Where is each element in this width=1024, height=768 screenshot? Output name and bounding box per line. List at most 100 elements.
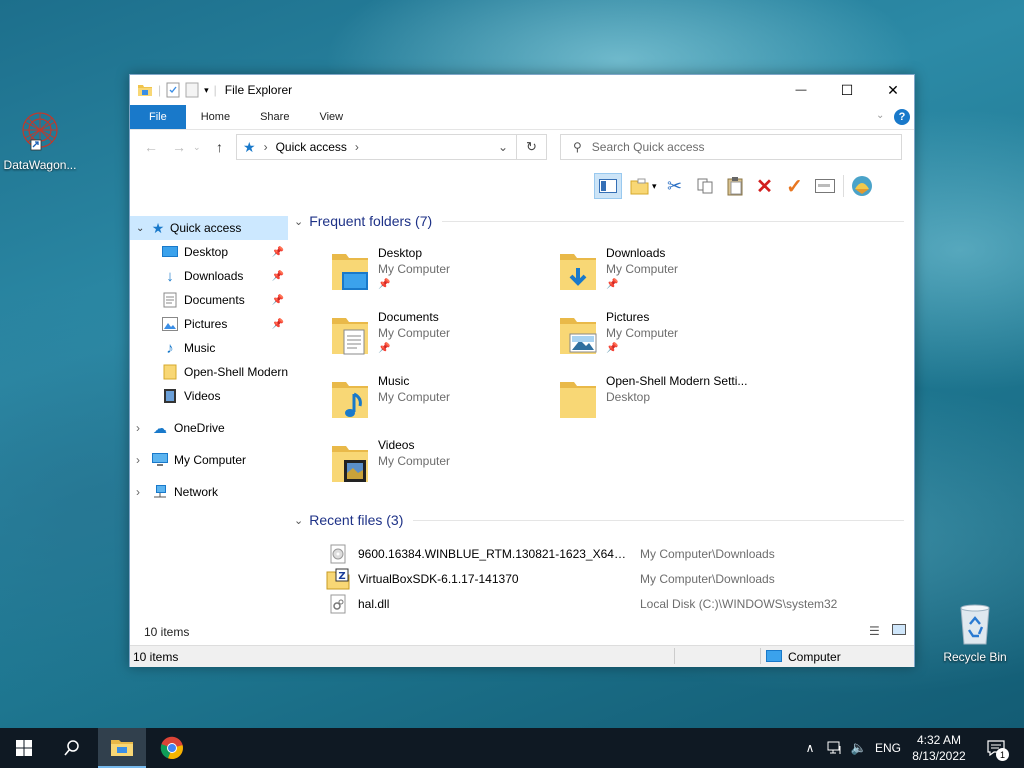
- nav-item-my-computer[interactable]: › My Computer: [130, 448, 288, 472]
- rename-button[interactable]: [813, 174, 837, 198]
- tab-home[interactable]: Home: [186, 105, 245, 129]
- desktop-folder-icon: [332, 254, 368, 290]
- file-location: Local Disk (C:)\WINDOWS\system32: [640, 597, 838, 611]
- desktop-icon-datawagon[interactable]: DataWagon...: [0, 108, 80, 172]
- recent-file-row[interactable]: hal.dll Local Disk (C:)\WINDOWS\system32: [326, 593, 906, 615]
- show-hidden-icons-chevron-icon[interactable]: ∧: [800, 728, 820, 768]
- section-title: Recent files (3): [309, 512, 404, 528]
- open-shell-button[interactable]: [850, 174, 874, 198]
- content-pane: ⌄ Frequent folders (7) Desktop My Comput…: [290, 206, 914, 626]
- details-view-icon[interactable]: ☰: [869, 624, 880, 638]
- file-location: My Computer\Downloads: [640, 572, 775, 586]
- folder-tile-videos[interactable]: Videos My Computer: [330, 438, 550, 498]
- folder-tile-open-shell[interactable]: Open-Shell Modern Setti... Desktop: [558, 374, 778, 434]
- properties-button[interactable]: ✓: [783, 174, 807, 198]
- recent-file-row[interactable]: Z VirtualBoxSDK-6.1.17-141370 My Compute…: [326, 568, 906, 590]
- copy-button[interactable]: [693, 174, 717, 198]
- action-center-button[interactable]: 1: [978, 728, 1014, 768]
- recent-files-header[interactable]: ⌄ Recent files (3): [294, 507, 910, 533]
- nav-item-quick-access[interactable]: ⌄ ★ Quick access: [130, 216, 288, 240]
- tab-share[interactable]: Share: [245, 105, 304, 129]
- explorer-toolbar: ▾ ✂ ✕ ✓: [594, 171, 874, 201]
- layout-pane-icon: [599, 179, 617, 193]
- clock[interactable]: 4:32 AM 8/13/2022: [906, 728, 972, 768]
- separator: |: [213, 83, 217, 97]
- nav-item-downloads[interactable]: ↓ Downloads 📌: [130, 264, 288, 288]
- section-divider: [442, 220, 904, 222]
- volume-icon[interactable]: 🔈: [848, 728, 870, 768]
- nav-item-videos[interactable]: Videos: [130, 384, 288, 408]
- desktop-icon-recycle-bin[interactable]: Recycle Bin: [935, 600, 1015, 664]
- desktop-icon-label: Recycle Bin: [943, 650, 1007, 664]
- folder-tile-desktop[interactable]: Desktop My Computer 📌: [330, 246, 550, 306]
- pictures-folder-icon: [560, 318, 597, 354]
- recent-file-row[interactable]: 9600.16384.WINBLUE_RTM.130821-1623_X64FR…: [326, 543, 906, 565]
- forward-icon[interactable]: →: [172, 139, 186, 155]
- recent-locations-icon[interactable]: ⌄: [193, 142, 201, 153]
- properties-icon[interactable]: [166, 82, 180, 98]
- up-icon[interactable]: ↑: [216, 139, 223, 155]
- tile-name: Pictures: [606, 310, 650, 324]
- nav-item-onedrive[interactable]: › ☁ OneDrive: [130, 416, 288, 440]
- tile-location: My Computer: [606, 262, 679, 276]
- close-button[interactable]: ✕: [870, 75, 916, 105]
- search-box[interactable]: ⚲ Search Quick access: [560, 134, 902, 160]
- folder-tile-pictures[interactable]: Pictures My Computer 📌: [558, 310, 778, 370]
- folder-tile-downloads[interactable]: Downloads My Computer 📌: [558, 246, 778, 306]
- breadcrumb-location[interactable]: Quick access: [276, 140, 347, 154]
- nav-item-pictures[interactable]: Pictures 📌: [130, 312, 288, 336]
- new-folder-button[interactable]: [628, 174, 652, 198]
- taskbar-chrome[interactable]: [148, 728, 196, 768]
- maximize-button[interactable]: ☐: [824, 75, 870, 105]
- documents-folder-icon: [332, 318, 368, 355]
- search-input[interactable]: Search Quick access: [592, 140, 705, 154]
- qat-dropdown-icon[interactable]: ▾: [204, 85, 209, 96]
- tab-view[interactable]: View: [304, 105, 358, 129]
- new-folder-icon[interactable]: [185, 82, 199, 98]
- frequent-folders-header[interactable]: ⌄ Frequent folders (7): [294, 208, 910, 234]
- status-bar: 10 items Computer: [130, 645, 914, 667]
- search-button[interactable]: [48, 728, 96, 768]
- expand-ribbon-icon[interactable]: ⌄: [876, 110, 884, 121]
- quick-access-star-icon: ★: [151, 219, 165, 236]
- pin-icon: 📌: [271, 270, 284, 282]
- language-indicator[interactable]: ENG: [872, 728, 904, 768]
- nav-item-open-shell[interactable]: Open-Shell Modern: [130, 360, 288, 384]
- back-icon[interactable]: ←: [144, 139, 158, 155]
- refresh-button[interactable]: ↻: [517, 134, 547, 160]
- paste-button[interactable]: [723, 174, 747, 198]
- tile-location: My Computer: [606, 326, 679, 340]
- address-dropdown-icon[interactable]: ⌄: [498, 140, 508, 154]
- folder-tile-music[interactable]: Music My Computer: [330, 374, 550, 434]
- nav-item-desktop[interactable]: Desktop 📌: [130, 240, 288, 264]
- nav-item-network[interactable]: › Network: [130, 480, 288, 504]
- nav-item-label: Pictures: [184, 317, 228, 331]
- address-bar[interactable]: ★ › Quick access › ⌄: [236, 134, 517, 160]
- pin-icon: 📌: [271, 294, 284, 306]
- nav-item-documents[interactable]: Documents 📌: [130, 288, 288, 312]
- cut-button[interactable]: ✂: [663, 174, 687, 198]
- pin-icon: 📌: [606, 343, 619, 354]
- help-icon[interactable]: ?: [894, 109, 910, 125]
- minimize-button[interactable]: —: [778, 75, 824, 105]
- folder-tile-documents[interactable]: Documents My Computer 📌: [330, 310, 550, 370]
- tile-location: My Computer: [378, 454, 451, 468]
- nav-item-music[interactable]: ♪ Music: [130, 336, 288, 360]
- clock-date: 8/13/2022: [912, 749, 966, 763]
- network-status-icon[interactable]: [824, 728, 846, 768]
- section-divider: [413, 519, 904, 521]
- computer-monitor-icon: [766, 650, 782, 662]
- delete-button[interactable]: ✕: [753, 174, 777, 198]
- folder-icon: [560, 382, 596, 418]
- tab-file[interactable]: File: [130, 105, 186, 129]
- nav-item-label: Network: [174, 485, 219, 499]
- navigation-pane-button[interactable]: [594, 173, 622, 199]
- start-button[interactable]: [0, 728, 48, 768]
- windows-logo-icon: [16, 740, 32, 756]
- expand-chevron-icon: ⌄: [136, 222, 145, 234]
- taskbar-file-explorer[interactable]: [98, 728, 146, 768]
- address-row: ← → ⌄ ↑ ★ › Quick access › ⌄ ↻ ⚲ Search …: [130, 130, 914, 166]
- large-icons-view-icon[interactable]: [892, 624, 906, 635]
- breadcrumb-chevron-icon: ›: [354, 140, 359, 154]
- new-folder-dropdown-icon[interactable]: ▾: [652, 181, 657, 192]
